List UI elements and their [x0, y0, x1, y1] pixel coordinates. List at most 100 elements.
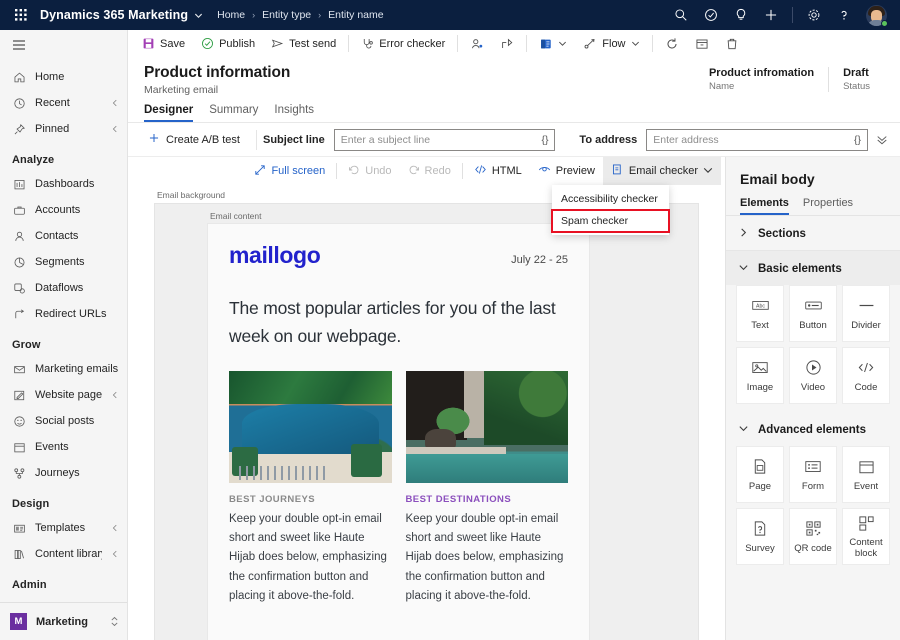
garden-pool-photo[interactable] — [406, 371, 569, 483]
sidebar-item-redirect-urls[interactable]: Redirect URLs — [0, 301, 127, 327]
tab-summary[interactable]: Summary — [209, 104, 258, 122]
sidebar-item-home[interactable]: Home — [0, 64, 127, 90]
personalization-braces-icon[interactable]: {} — [854, 134, 861, 146]
sidebar-item-recent[interactable]: Recent — [0, 90, 127, 116]
breadcrumb-item-home[interactable]: Home — [217, 9, 245, 21]
sidebar-app-switcher[interactable]: M Marketing — [0, 602, 127, 640]
assign-user-icon[interactable] — [462, 31, 492, 57]
gear-icon[interactable] — [800, 0, 828, 30]
publish-button[interactable]: Publish — [193, 31, 263, 57]
search-icon[interactable] — [667, 0, 695, 30]
element-tile-image[interactable]: Image — [736, 347, 784, 404]
subject-line-placeholder: Enter a subject line — [341, 134, 538, 146]
element-tile-video[interactable]: Video — [789, 347, 837, 404]
hamburger-icon[interactable] — [0, 30, 127, 60]
tab-properties[interactable]: Properties — [803, 197, 853, 215]
chevron-left-icon[interactable] — [111, 99, 119, 107]
element-tile-button[interactable]: Button — [789, 285, 837, 342]
email-logo[interactable]: maillogo — [229, 242, 320, 269]
avatar[interactable] — [860, 0, 892, 30]
element-tile-content-block[interactable]: Content block — [842, 508, 890, 565]
chevron-down-icon[interactable] — [703, 165, 713, 178]
sidebar-item-dashboards[interactable]: Dashboards — [0, 171, 127, 197]
lightbulb-icon[interactable] — [727, 0, 755, 30]
tab-insights[interactable]: Insights — [274, 104, 314, 122]
sidebar-item-templates[interactable]: Templates — [0, 515, 127, 541]
email-checker-button[interactable]: Email checker — [603, 157, 721, 185]
sidebar-item-journeys[interactable]: Journeys — [0, 460, 127, 486]
accordion-basic-elements[interactable]: Basic elements — [726, 251, 900, 285]
email-headline[interactable]: The most popular articles for you of the… — [229, 294, 568, 351]
refresh-icon[interactable] — [657, 31, 687, 57]
error-checker-button[interactable]: Error checker — [353, 31, 453, 57]
column-kicker[interactable]: BEST DESTINATIONS — [406, 494, 569, 505]
sidebar-item-events[interactable]: Events — [0, 434, 127, 460]
sidebar-item-marketing-emails[interactable]: Marketing emails — [0, 356, 127, 382]
redo-button[interactable]: Redo — [400, 159, 459, 183]
help-icon[interactable] — [830, 0, 858, 30]
menu-item-spam-checker[interactable]: Spam checker — [552, 210, 669, 232]
element-tile-form[interactable]: Form — [789, 446, 837, 503]
element-tile-code[interactable]: Code — [842, 347, 890, 404]
element-tile-event[interactable]: Event — [842, 446, 890, 503]
chevron-down-icon[interactable] — [558, 39, 567, 48]
waffle-grid-icon[interactable] — [8, 9, 34, 22]
subject-line-input[interactable]: Enter a subject line {} — [334, 129, 556, 151]
archive-icon[interactable] — [687, 31, 717, 57]
publish-label: Publish — [219, 38, 255, 50]
chevron-left-icon[interactable] — [111, 391, 119, 399]
tab-designer[interactable]: Designer — [144, 104, 193, 122]
sidebar-item-social-posts[interactable]: Social posts — [0, 408, 127, 434]
chevron-left-icon[interactable] — [111, 125, 119, 133]
share-icon[interactable] — [492, 31, 522, 57]
email-header-row: maillogo July 22 - 25 — [229, 242, 568, 269]
sidebar-item-pinned[interactable]: Pinned — [0, 116, 127, 142]
template-icon — [12, 522, 26, 535]
full-screen-button[interactable]: Full screen — [246, 159, 333, 183]
chevron-left-icon[interactable] — [111, 550, 119, 558]
preview-button[interactable]: Preview — [530, 159, 603, 183]
column-body-text[interactable]: Keep your double opt-in email short and … — [406, 510, 569, 607]
create-ab-test-button[interactable]: Create A/B test — [138, 127, 250, 153]
tropical-pool-aerial-photo[interactable] — [229, 371, 392, 483]
sidebar-item-dataflows[interactable]: Dataflows — [0, 275, 127, 301]
email-content-card[interactable]: maillogo July 22 - 25 The most popular a… — [207, 223, 590, 640]
tab-elements[interactable]: Elements — [740, 197, 789, 215]
chevron-down-icon[interactable] — [194, 11, 203, 20]
test-send-button[interactable]: Test send — [263, 31, 344, 57]
undo-button[interactable]: Undo — [340, 159, 399, 183]
accordion-sections[interactable]: Sections — [726, 216, 900, 250]
menu-item-accessibility-checker[interactable]: Accessibility checker — [552, 188, 669, 210]
breadcrumb-item-entity-name[interactable]: Entity name — [328, 9, 383, 21]
element-tile-page[interactable]: Page — [736, 446, 784, 503]
html-button[interactable]: HTML — [466, 159, 530, 183]
sidebar-item-content-library[interactable]: Content library — [0, 541, 127, 567]
column-body-text[interactable]: Keep your double opt-in email short and … — [229, 510, 392, 607]
personalization-braces-icon[interactable]: {} — [541, 134, 548, 146]
sidebar-item-accounts[interactable]: Accounts — [0, 197, 127, 223]
diagnostics-icon[interactable] — [697, 0, 725, 30]
to-address-input[interactable]: Enter address {} — [646, 129, 868, 151]
email-date[interactable]: July 22 - 25 — [511, 254, 568, 266]
element-tile-qr-code[interactable]: QR code — [789, 508, 837, 565]
delete-icon[interactable] — [717, 31, 747, 57]
chevron-down-icon[interactable] — [631, 39, 640, 48]
element-tile-divider[interactable]: Divider — [842, 285, 890, 342]
breadcrumb-item-entity-type[interactable]: Entity type — [262, 9, 311, 21]
sidebar-item-website-pages[interactable]: Website pages — [0, 382, 127, 408]
updown-chevron-icon[interactable] — [110, 616, 119, 627]
word-template-icon[interactable] — [531, 31, 575, 57]
page-header-fields: Product infromation Name Draft Status — [695, 64, 884, 92]
sidebar-item-contacts[interactable]: Contacts — [0, 223, 127, 249]
flow-button[interactable]: Flow — [575, 31, 647, 57]
chevron-left-icon[interactable] — [111, 524, 119, 532]
double-chevron-down-icon[interactable] — [868, 134, 896, 146]
sidebar-item-segments[interactable]: Segments — [0, 249, 127, 275]
column-kicker[interactable]: BEST JOURNEYS — [229, 494, 392, 505]
element-tile-text[interactable]: Abc Text — [736, 285, 784, 342]
qr-code-icon — [805, 519, 822, 539]
plus-icon[interactable] — [757, 0, 785, 30]
accordion-advanced-elements[interactable]: Advanced elements — [726, 412, 900, 446]
element-tile-survey[interactable]: Survey — [736, 508, 784, 565]
save-button[interactable]: Save — [134, 31, 193, 57]
